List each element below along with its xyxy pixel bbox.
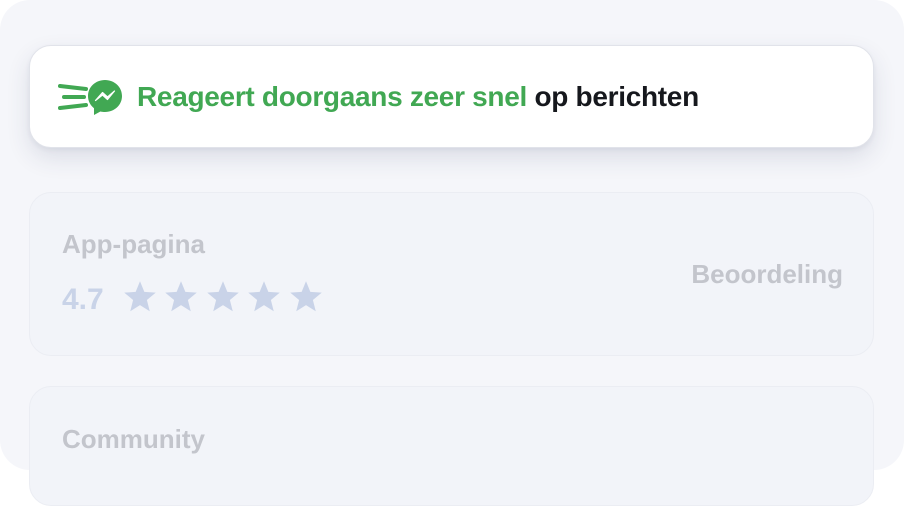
rating-label: Beoordeling [691,259,843,289]
messenger-icon [58,80,122,115]
star-icon [165,281,198,312]
community-card: Community [29,386,874,506]
app-page-card: App-pagina 4.7 Beoordeling [29,192,874,356]
app-page-title: App-pagina [62,229,205,259]
star-icon [124,281,156,312]
response-time-highlight: Reageert doorgaans zeer snel [137,81,527,112]
response-time-card: Reageert doorgaans zeer snel op berichte… [29,45,874,148]
response-time-text: Reageert doorgaans zeer snel op berichte… [137,80,699,114]
community-title: Community [62,424,205,454]
response-time-rest: op berichten [534,81,699,112]
star-rating [122,277,325,319]
star-icon [290,281,322,312]
star-icon [207,281,239,312]
background-panel: Reageert doorgaans zeer snel op berichte… [0,0,904,506]
star-icon [248,281,281,312]
rating-value: 4.7 [62,283,104,316]
